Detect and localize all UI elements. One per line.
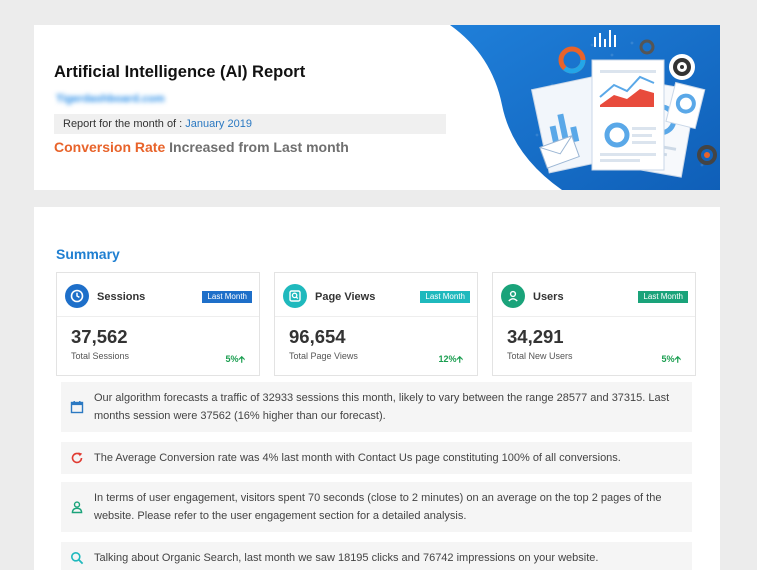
- users-card-header: Users Last Month: [493, 273, 695, 317]
- sessions-sublabel: Total Sessions: [71, 351, 130, 361]
- insight-organic-text: Talking about Organic Search, last month…: [94, 552, 599, 564]
- insight-organic: Talking about Organic Search, last month…: [61, 542, 692, 570]
- page-views-label: Page Views: [315, 291, 376, 303]
- sessions-label: Sessions: [97, 291, 146, 303]
- report-title: Artificial Intelligence (AI) Report: [54, 63, 306, 81]
- report-month-value: January 2019: [185, 118, 252, 130]
- arrow-up-icon: 🡩: [674, 354, 681, 364]
- conversion-rest: Increased from Last month: [165, 139, 349, 155]
- sessions-card-header: Sessions Last Month: [57, 273, 259, 317]
- insight-forecast: Our algorithm forecasts a traffic of 329…: [61, 382, 692, 432]
- users-label: Users: [533, 291, 564, 303]
- insight-conversion: The Average Conversion rate was 4% last …: [61, 442, 692, 474]
- clock-icon: [65, 284, 89, 308]
- page-views-sublabel: Total Page Views: [289, 351, 358, 361]
- user-icon: [501, 284, 525, 308]
- arrow-up-icon: 🡩: [238, 354, 245, 364]
- calendar-icon: [70, 400, 84, 414]
- summary-section: Summary Sessions Last Month 37,562 Total…: [34, 207, 720, 570]
- arrow-up-icon: 🡩: [456, 354, 463, 364]
- search-icon: [283, 284, 307, 308]
- sessions-change-value: 5%: [225, 354, 239, 364]
- page-views-card: Page Views Last Month 96,654 Total Page …: [274, 272, 478, 376]
- page-views-change-value: 12%: [438, 354, 457, 364]
- website-name: Tigerdashboard.com: [56, 93, 165, 105]
- page-views-value: 96,654: [289, 326, 346, 347]
- user-outline-icon: [70, 500, 84, 514]
- report-illustration: [450, 25, 720, 190]
- sessions-badge: Last Month: [202, 291, 252, 303]
- sessions-change: 5%🡩: [226, 352, 245, 368]
- sessions-card: Sessions Last Month 37,562 Total Session…: [56, 272, 260, 376]
- report-month-label: Report for the month of :: [63, 118, 186, 130]
- page-views-badge: Last Month: [420, 291, 470, 303]
- sessions-value: 37,562: [71, 326, 128, 347]
- search-icon: [70, 551, 84, 565]
- insight-conversion-text: The Average Conversion rate was 4% last …: [94, 452, 621, 464]
- insight-engagement: In terms of user engagement, visitors sp…: [61, 482, 692, 532]
- conversion-headline: Conversion Rate Increased from Last mont…: [54, 139, 349, 155]
- users-sublabel: Total New Users: [507, 351, 573, 361]
- report-header: Artificial Intelligence (AI) Report Tige…: [34, 25, 720, 190]
- users-card: Users Last Month 34,291 Total New Users …: [492, 272, 696, 376]
- summary-title: Summary: [56, 246, 120, 262]
- users-change: 5%🡩: [662, 352, 681, 368]
- refresh-icon: [70, 451, 84, 465]
- page-views-change: 12%🡩: [439, 352, 463, 368]
- users-change-value: 5%: [661, 354, 675, 364]
- users-value: 34,291: [507, 326, 564, 347]
- users-badge: Last Month: [638, 291, 688, 303]
- insight-forecast-text: Our algorithm forecasts a traffic of 329…: [94, 392, 670, 422]
- page-views-card-header: Page Views Last Month: [275, 273, 477, 317]
- insight-engagement-text: In terms of user engagement, visitors sp…: [94, 492, 662, 522]
- conversion-highlight: Conversion Rate: [54, 139, 166, 155]
- report-month-bar: Report for the month of : January 2019: [54, 114, 446, 134]
